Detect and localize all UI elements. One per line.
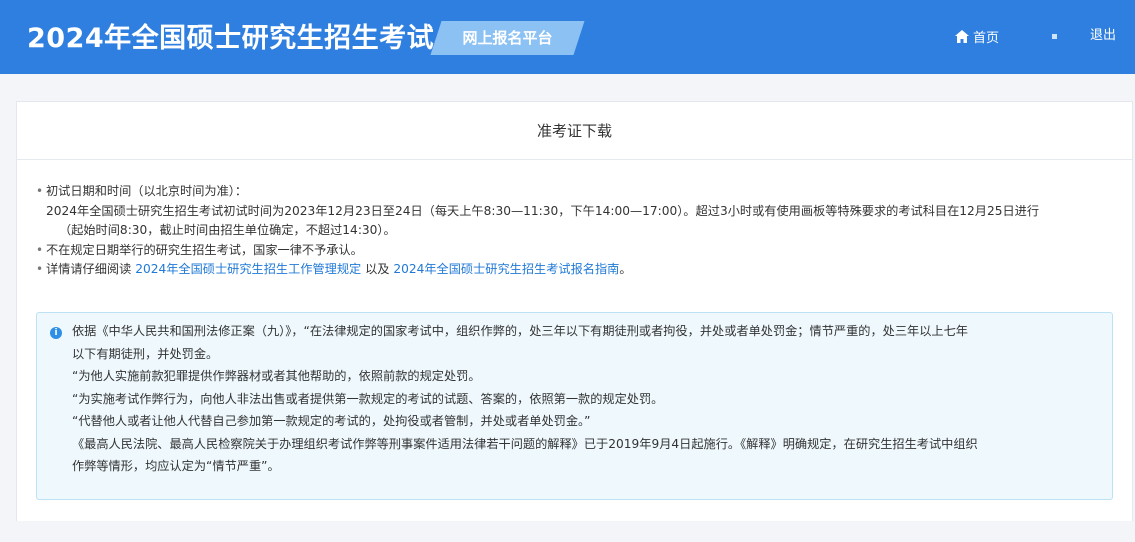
info-icon: i (50, 327, 62, 339)
read-suffix: 。 (619, 262, 632, 276)
read-and: 以及 (365, 262, 390, 276)
read-prefix: 详情请仔细阅读 (46, 262, 132, 276)
nav-home-link[interactable]: 首页 (955, 26, 999, 46)
top-header: 2024年全国硕士研究生招生考试 网上报名平台 首页 退出 (0, 0, 1135, 74)
law-line-2: 以下有期徒刑，并处罚金。 (72, 346, 219, 361)
note-read-details: • 详情请仔细阅读 2024年全国硕士研究生招生工作管理规定 以及 2024年全… (34, 260, 1119, 280)
law-line-6: 《最高人民法院、最高人民检察院关于办理组织考试作弊等刑事案件适用法律若干问题的解… (72, 436, 978, 451)
nav-separator (1052, 34, 1057, 39)
exam-time-label: 初试日期和时间（以北京时间为准）： (46, 184, 248, 198)
panel-title: 准考证下载 (17, 102, 1132, 160)
exam-time-line2: （起始时间8:30，截止时间由招生单位确定，不超过14:30）。 (59, 223, 396, 237)
law-notice-text: 依据《中华人民共和国刑法修正案（九）》，“在法律规定的国家考试中，组织作弊的，处… (72, 320, 1102, 478)
guide-link[interactable]: 2024年全国硕士研究生招生考试报名指南 (393, 262, 619, 276)
home-icon (955, 29, 969, 43)
note-not-scheduled: • 不在规定日期举行的研究生招生考试，国家一律不予承认。 (34, 241, 1119, 261)
law-notice-box: i 依据《中华人民共和国刑法修正案（九）》，“在法律规定的国家考试中，组织作弊的… (36, 312, 1113, 500)
nav-home-label: 首页 (973, 30, 1000, 46)
law-line-7: 作弊等情形，均应认定为“情节严重”。 (72, 459, 280, 473)
bullet-dot: • (36, 184, 44, 198)
bullet-dot: • (36, 262, 44, 276)
not-scheduled-text: 不在规定日期举行的研究生招生考试，国家一律不予承认。 (46, 242, 363, 257)
bullet-dot: • (36, 242, 44, 257)
law-line-4: “为实施考试作弊行为，向他人非法出售或者提供第一款规定的考试的试题、答案的，依照… (72, 391, 664, 406)
note-exam-time: • 初试日期和时间（以北京时间为准）： 2024年全国硕士研究生招生考试初试时间… (34, 182, 1119, 241)
law-line-3: “为他人实施前款犯罪提供作弊器材或者其他帮助的，依照前款的规定处罚。 (72, 369, 481, 383)
exam-time-line1: 2024年全国硕士研究生招生考试初试时间为2023年12月23日至24日（每天上… (46, 203, 1040, 218)
notes-list: • 初试日期和时间（以北京时间为准）： 2024年全国硕士研究生招生考试初试时间… (34, 182, 1119, 280)
law-line-5: “代替他人或者让他人代替自己参加第一款规定的考试的，处拘役或者管制，并处或者单处… (72, 414, 591, 428)
platform-label: 网上报名平台 (462, 29, 553, 47)
law-line-1: 依据《中华人民共和国刑法修正案（九）》，“在法律规定的国家考试中，组织作弊的，处… (72, 324, 968, 338)
nav-logout-link[interactable]: 退出 (1090, 26, 1116, 46)
admission-ticket-panel: 准考证下载 • 初试日期和时间（以北京时间为准）： 2024年全国硕士研究生招生… (16, 101, 1133, 521)
rules-link[interactable]: 2024年全国硕士研究生招生工作管理规定 (135, 262, 361, 276)
site-title: 2024年全国硕士研究生招生考试 (27, 23, 435, 54)
